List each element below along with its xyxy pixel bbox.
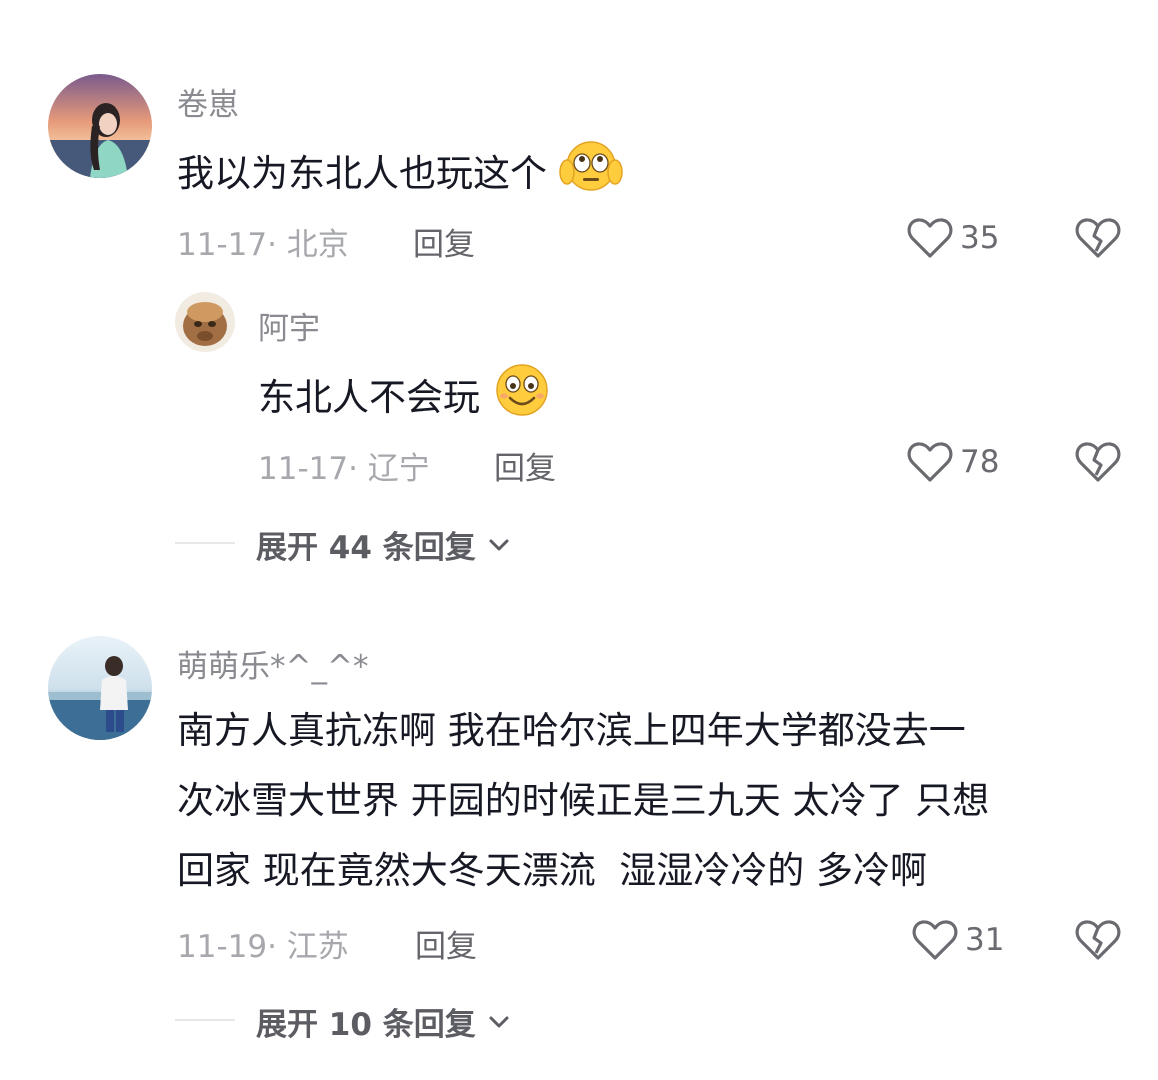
heart-outline-icon: [912, 920, 958, 960]
expand-replies-button[interactable]: 展开 10 条回复: [256, 999, 514, 1044]
reply-button[interactable]: 回复: [413, 219, 475, 264]
like-button[interactable]: 35: [906, 216, 999, 260]
heart-outline-icon: [907, 442, 953, 482]
expand-replies-label: 展开 10 条回复: [256, 1007, 476, 1043]
divider-line: [175, 542, 235, 544]
like-count: 31: [965, 922, 1005, 958]
smiling-face-emoji: [492, 362, 552, 437]
comment-date: 11-19: [177, 929, 268, 965]
avatar[interactable]: [48, 636, 152, 740]
divider-line: [175, 1019, 235, 1021]
avatar[interactable]: [48, 74, 152, 178]
like-count: 35: [960, 220, 1000, 256]
reply-avatar[interactable]: [175, 292, 235, 352]
like-button[interactable]: 78: [906, 440, 999, 484]
expand-replies-label: 展开 44 条回复: [256, 530, 476, 566]
reply-text-content: 东北人不会玩: [258, 376, 480, 419]
comment-meta: 11-19· 江苏: [177, 921, 349, 966]
expand-replies-button[interactable]: 展开 44 条回复: [256, 522, 514, 567]
like-button[interactable]: 31: [911, 918, 1004, 962]
comment-text-line: 南方人真抗冻啊 我在哈尔滨上四年大学都没去一: [177, 709, 966, 752]
comment-location: · 北京: [267, 227, 349, 263]
reply-username[interactable]: 阿宇: [258, 303, 320, 348]
comment-text: 我以为东北人也玩这个: [177, 138, 623, 213]
comment-username[interactable]: 卷崽: [177, 79, 239, 124]
heart-outline-icon: [907, 218, 953, 258]
broken-heart-icon: [1075, 218, 1121, 258]
flushed-face-covering-ears-emoji: [559, 138, 623, 213]
avatar-image: [175, 292, 235, 352]
reply-date: 11-17: [258, 451, 349, 487]
broken-heart-icon: [1075, 442, 1121, 482]
comment-username[interactable]: 萌萌乐*^_^*: [177, 641, 368, 686]
comment-text: 南方人真抗冻啊 我在哈尔滨上四年大学都没去一 次冰雪大世界 开园的时候正是三九天…: [177, 700, 989, 902]
comment-meta: 11-17· 北京: [177, 219, 349, 264]
dislike-button[interactable]: [1074, 216, 1122, 264]
chevron-down-icon: [489, 539, 509, 550]
avatar-image: [48, 74, 152, 178]
comment-text-content: 我以为东北人也玩这个: [177, 152, 547, 195]
comment-text-line: 次冰雪大世界 开园的时候正是三九天 太冷了 只想: [177, 779, 990, 822]
like-count: 78: [960, 444, 1000, 480]
comment-date: 11-17: [177, 227, 268, 263]
avatar-image: [48, 636, 152, 740]
chevron-down-icon: [489, 1016, 509, 1027]
reply-location: · 辽宁: [348, 451, 430, 487]
dislike-button[interactable]: [1074, 440, 1122, 488]
reply-button[interactable]: 回复: [494, 443, 556, 488]
broken-heart-icon: [1075, 920, 1121, 960]
dislike-button[interactable]: [1074, 918, 1122, 966]
comment-location: · 江苏: [267, 929, 349, 965]
reply-meta: 11-17· 辽宁: [258, 443, 430, 488]
reply-button[interactable]: 回复: [415, 921, 477, 966]
comment-text-line: 回家 现在竟然大冬天漂流 湿湿冷冷的 多冷啊: [177, 849, 928, 892]
reply-text: 东北人不会玩: [258, 362, 552, 437]
